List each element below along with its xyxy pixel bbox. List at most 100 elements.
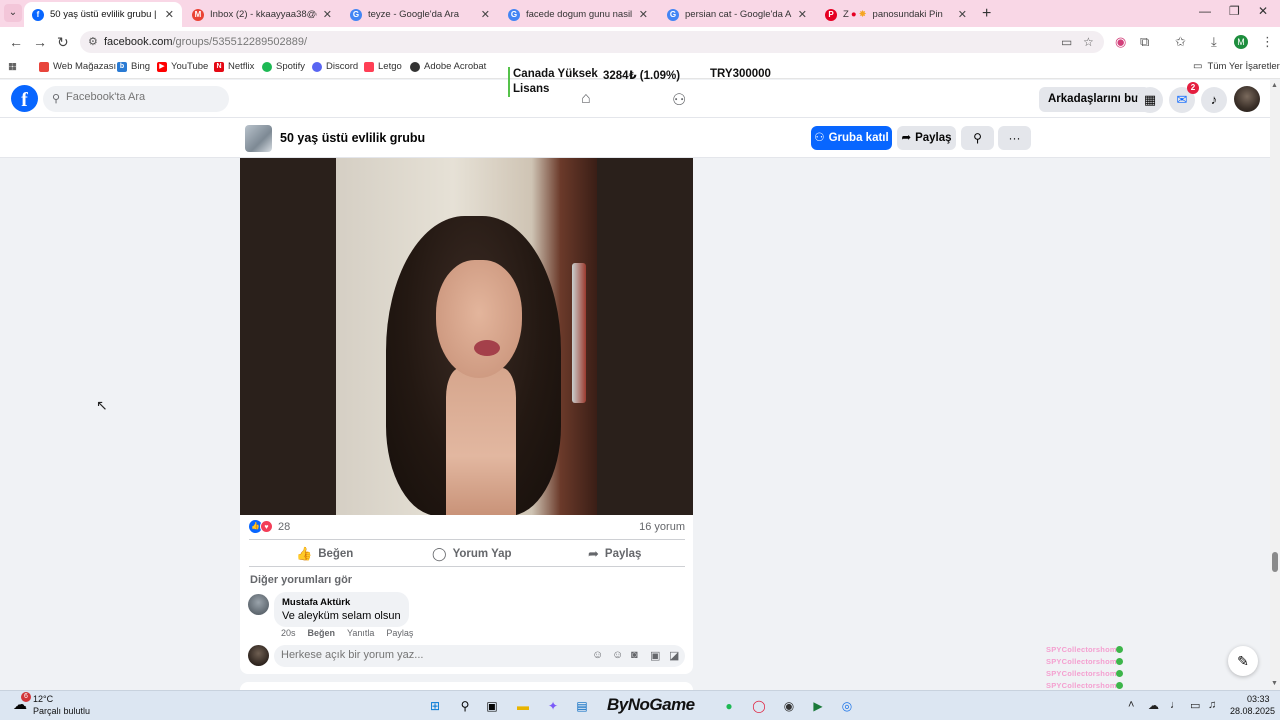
weather-condition[interactable]: Parçalı bulutlu (33, 706, 90, 716)
tray-overflow-icon[interactable]: ˄ (1128, 699, 1134, 711)
bookmark-star-icon[interactable]: ☆ (1083, 35, 1094, 49)
comment-time[interactable]: 20s (281, 628, 296, 638)
tab-facebook-group[interactable]: f 50 yaş üstü evlilik grubu | Faceb ✕ (24, 2, 182, 27)
weather-temperature[interactable]: 12°C (33, 694, 53, 704)
network-icon[interactable]: ▭ (1190, 699, 1200, 712)
facebook-search-input[interactable] (66, 91, 216, 103)
bookmark-web-store[interactable]: Web Mağazası (39, 61, 116, 72)
terminal-icon[interactable]: ▶ (808, 696, 828, 716)
scroll-up-arrow-icon[interactable]: ▲ (1271, 82, 1278, 89)
close-icon[interactable]: ✕ (958, 8, 967, 21)
bookmark-letgo[interactable]: Letgo (364, 61, 402, 72)
clock-date[interactable]: 28.08.2025 (1230, 706, 1275, 716)
url-input[interactable]: ⚙ facebook.com/groups/535512289502889/ ▭… (80, 31, 1104, 53)
bookmark-netflix[interactable]: N Netflix (214, 61, 254, 72)
post-video[interactable] (240, 158, 693, 515)
all-bookmarks[interactable]: ▭ Tüm Yer İşaretleri (1193, 61, 1280, 72)
bookmark-discord[interactable]: Discord (312, 61, 358, 72)
back-icon[interactable]: ← (9, 34, 23, 50)
share-button[interactable]: ➦ Paylaş (588, 546, 641, 562)
window-close-icon[interactable]: ✕ (1258, 4, 1268, 18)
clock-time[interactable]: 03:33 (1247, 694, 1270, 704)
tab-google-teyze[interactable]: G teyze - Google'da Ara ✕ (342, 2, 498, 27)
close-icon[interactable]: ✕ (323, 8, 332, 21)
comment-button[interactable]: ◯ Yorum Yap (432, 546, 512, 562)
bookmark-spotify[interactable]: Spotify (262, 61, 305, 72)
write-comment-input[interactable] (281, 649, 581, 661)
notifications-bell-icon[interactable]: ♪ (1201, 87, 1227, 113)
site-settings-icon[interactable]: ⚙ (88, 35, 98, 48)
comment-count[interactable]: 16 yorum (639, 521, 685, 533)
reactions-summary[interactable]: 👍 ♥ 28 (249, 520, 290, 533)
gif-icon[interactable]: ▣ (650, 649, 660, 662)
commenter-avatar[interactable] (248, 594, 269, 615)
tab-pinterest[interactable]: P Z ● ✸ panosundaki Pin ✕ (817, 2, 975, 27)
profile-avatar[interactable]: M (1234, 35, 1248, 49)
tab-google-persian-cat[interactable]: G persian cat - Google'da Ara ✕ (659, 2, 815, 27)
download-icon[interactable]: ⤓ (1211, 34, 1217, 50)
write-comment-box[interactable]: ☺ ☺ ◙ ▣ ◪ (274, 645, 685, 667)
find-friends-button[interactable]: Arkadaşlarını bul (1039, 87, 1151, 112)
page-scrollbar[interactable] (1270, 80, 1280, 690)
comment-author[interactable]: Mustafa Aktürk (282, 597, 401, 608)
scroll-down-arrow-icon[interactable]: ▼ (1271, 680, 1278, 687)
comment-like-link[interactable]: Beğen (308, 628, 336, 638)
install-app-icon[interactable]: ▭ (1061, 35, 1072, 49)
facebook-search[interactable]: ⚲ (43, 86, 229, 112)
close-icon[interactable]: ✕ (165, 8, 174, 21)
steam-icon[interactable]: ◉ (779, 696, 799, 716)
menu-grid-icon[interactable]: ▦ (1137, 87, 1163, 113)
spotify-taskbar-icon[interactable]: ● (719, 696, 739, 716)
comment-reply-link[interactable]: Yanıtla (347, 628, 374, 638)
close-icon[interactable]: ✕ (639, 8, 648, 21)
bookmark-youtube[interactable]: ▶ YouTube (157, 61, 208, 72)
share-group-button[interactable]: ➦ Paylaş (897, 126, 956, 150)
facebook-logo-icon[interactable]: f (11, 85, 38, 112)
account-avatar[interactable] (1234, 86, 1260, 112)
group-thumbnail[interactable] (245, 125, 272, 152)
bookmark-bing[interactable]: b Bing (117, 61, 150, 72)
reading-list-icon[interactable]: ✩ (1175, 34, 1186, 50)
onedrive-icon[interactable]: ☁ (1148, 699, 1159, 712)
tab-gmail[interactable]: M Inbox (2) - kkaayyaa38@gmail.c ✕ (184, 2, 340, 27)
like-button[interactable]: 👍 Beğen (296, 546, 353, 562)
copilot-icon[interactable]: ✦ (543, 696, 563, 716)
view-more-comments-link[interactable]: Diğer yorumları gör (250, 574, 352, 586)
tab-search-icon[interactable]: ⌄ (4, 4, 22, 22)
extension-color-icon[interactable]: ◉ (1115, 34, 1126, 50)
bynogame-app-icon[interactable]: ByNoGame (607, 695, 695, 715)
friends-icon[interactable]: ⚇ (672, 90, 686, 110)
start-windows-icon[interactable]: ⊞ (425, 696, 445, 716)
task-view-icon[interactable]: ▣ (482, 696, 502, 716)
bookmark-adobe-acrobat[interactable]: Adobe Acrobat (410, 61, 486, 72)
join-group-button[interactable]: ⚇ Gruba katıl (811, 126, 892, 150)
avatar-sticker-icon[interactable]: ☺ (592, 649, 603, 661)
minimize-icon[interactable]: — (1199, 4, 1211, 18)
forward-icon[interactable]: → (33, 34, 47, 50)
more-options-icon[interactable]: ··· (998, 126, 1031, 150)
new-tab-icon[interactable]: + (982, 5, 991, 23)
emoji-icon[interactable]: ☺ (612, 649, 623, 661)
menu-kebab-icon[interactable]: ⋮ (1261, 34, 1274, 50)
comment-share-link[interactable]: Paylaş (386, 628, 413, 638)
reload-icon[interactable]: ↻ (57, 34, 69, 51)
chrome-icon[interactable]: ◎ (837, 696, 857, 716)
close-icon[interactable]: ✕ (798, 8, 807, 21)
extensions-icon[interactable]: ⧉ (1140, 34, 1149, 50)
group-name[interactable]: 50 yaş üstü evlilik grubu (280, 131, 425, 145)
restore-icon[interactable]: ❐ (1229, 4, 1240, 18)
apps-grid-icon[interactable]: ▦ (8, 61, 17, 72)
file-explorer-icon[interactable]: ▬ (513, 696, 533, 716)
store-icon[interactable]: ▤ (572, 696, 592, 716)
tab-google-facede[interactable]: G facede dogum gunu nasil degis ✕ (500, 2, 656, 27)
new-message-icon[interactable]: ✎ (1228, 646, 1258, 676)
opera-icon[interactable]: ◯ (749, 696, 769, 716)
volume-icon[interactable]: ♫ (1208, 699, 1216, 711)
microphone-icon[interactable]: ♩ (1170, 699, 1181, 711)
sticker-icon[interactable]: ◪ (669, 649, 679, 662)
close-icon[interactable]: ✕ (481, 8, 490, 21)
group-search-icon[interactable]: ⚲ (961, 126, 994, 150)
scrollbar-thumb[interactable] (1272, 552, 1278, 572)
camera-icon[interactable]: ◙ (631, 649, 638, 661)
taskbar-search-icon[interactable]: ⚲ (455, 696, 475, 716)
